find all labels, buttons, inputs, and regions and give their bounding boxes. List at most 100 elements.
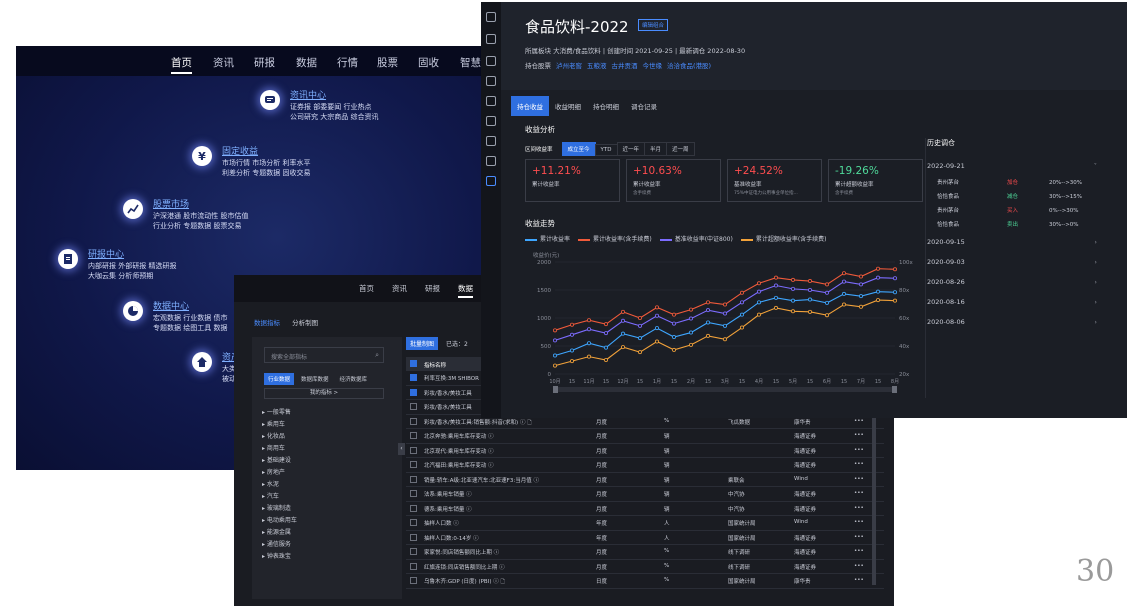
- data-point[interactable]: [654, 326, 659, 331]
- holding-link[interactable]: 洽洽食品(港股): [667, 62, 711, 70]
- tool-nav-research[interactable]: 研报: [425, 283, 440, 294]
- more-icon[interactable]: •••: [854, 548, 864, 554]
- link-icon[interactable]: [486, 56, 496, 66]
- filter-tab-industry[interactable]: 行业数据: [264, 373, 295, 385]
- category-item[interactable]: ▸ 一般零售: [262, 407, 297, 419]
- node-fixed-income[interactable]: ¥ 固定收益 市场行情 市场分析 利率水平 利差分析 专题数据 固收交易: [192, 144, 342, 184]
- node-links[interactable]: 专题数据 绘图工具 数据: [153, 323, 227, 333]
- range-1w[interactable]: 近一周: [666, 142, 695, 156]
- data-point[interactable]: [722, 337, 727, 342]
- data-point[interactable]: [773, 295, 778, 300]
- chevron-icon[interactable]: ˅: [1094, 156, 1097, 176]
- more-icon[interactable]: •••: [854, 505, 864, 511]
- my-indicators-button[interactable]: 我的指标 >: [264, 388, 384, 399]
- filter-tab-database[interactable]: 数据库数据: [297, 373, 333, 385]
- range-ytd[interactable]: YTD: [594, 144, 618, 156]
- category-item[interactable]: ▸ 电动乘用车: [262, 515, 297, 527]
- table-row[interactable]: 家家悦:同店销售额同比上期 ⓘ 月度% 线下调研 海通证券 •••: [406, 545, 884, 560]
- row-checkbox[interactable]: [410, 519, 417, 526]
- category-item[interactable]: ▸ 汽车: [262, 491, 297, 503]
- data-point[interactable]: [688, 330, 693, 335]
- data-point[interactable]: [790, 286, 795, 291]
- data-point[interactable]: [773, 283, 778, 288]
- history-date-row[interactable]: 2020-08-06 ›: [927, 312, 1107, 332]
- category-item[interactable]: ▸ 玻璃制造: [262, 503, 297, 515]
- row-checkbox[interactable]: [410, 374, 417, 381]
- data-point[interactable]: [705, 308, 710, 313]
- data-point[interactable]: [705, 333, 710, 338]
- holding-link[interactable]: 古井贡酒: [612, 62, 638, 70]
- node-stock-market[interactable]: 股票市场 沪深港通 股市流动性 股市估值 行业分析 专题数据 股票交易: [123, 197, 283, 237]
- data-point[interactable]: [875, 298, 880, 303]
- data-point[interactable]: [705, 300, 710, 305]
- data-point[interactable]: [739, 300, 744, 305]
- history-date-row[interactable]: 2020-09-15 ›: [927, 232, 1107, 252]
- data-point[interactable]: [671, 312, 676, 317]
- portal-nav-home[interactable]: 首页: [171, 55, 192, 74]
- portal-nav-research[interactable]: 研报: [254, 55, 275, 70]
- data-point[interactable]: [604, 322, 609, 327]
- data-point[interactable]: [739, 290, 744, 295]
- category-item[interactable]: ▸ 乘用车: [262, 419, 297, 431]
- history-date-row[interactable]: 2020-08-16 ›: [927, 292, 1107, 312]
- table-row[interactable]: 抽样人口数 ⓘ 年度 人 国家统计局 Wind •••: [406, 516, 884, 531]
- data-point[interactable]: [570, 359, 575, 364]
- data-point[interactable]: [824, 290, 829, 295]
- data-point[interactable]: [638, 336, 643, 341]
- data-point[interactable]: [671, 335, 676, 340]
- row-checkbox[interactable]: [410, 475, 417, 483]
- network-icon[interactable]: [486, 156, 496, 166]
- node-links[interactable]: 公司研究 大宗商品 综合资讯: [290, 112, 378, 122]
- data-point[interactable]: [621, 345, 626, 350]
- database-icon[interactable]: [486, 136, 496, 146]
- node-title[interactable]: 资讯中心: [290, 88, 326, 101]
- history-date-row[interactable]: 2020-08-26 ›: [927, 272, 1107, 292]
- data-point[interactable]: [570, 348, 575, 353]
- data-point[interactable]: [587, 327, 592, 332]
- data-point[interactable]: [654, 313, 659, 318]
- trophy-icon[interactable]: [486, 12, 496, 22]
- category-item[interactable]: ▸ 水泥: [262, 479, 297, 491]
- tab-analysis-chart[interactable]: 分析制图: [292, 319, 318, 327]
- data-point[interactable]: [756, 312, 761, 317]
- legend-item[interactable]: 基准收益率(中证800): [659, 236, 733, 243]
- range-1y[interactable]: 近一年: [616, 142, 646, 156]
- node-links[interactable]: 利差分析 专题数据 固收交易: [222, 168, 310, 178]
- data-point[interactable]: [892, 298, 897, 303]
- data-point[interactable]: [841, 271, 846, 276]
- node-links[interactable]: 沪深港通 股市流动性 股市估值: [153, 211, 248, 221]
- filter-tab-economic[interactable]: 经济数据库: [336, 373, 372, 385]
- data-point[interactable]: [841, 279, 846, 284]
- portfolio-icon[interactable]: [486, 176, 496, 186]
- node-links[interactable]: 证券报 部委要闻 行业热点: [290, 102, 371, 112]
- tool-nav-data[interactable]: 数据: [458, 283, 473, 298]
- data-point[interactable]: [756, 289, 761, 294]
- table-row[interactable]: 红旗连锁:同店销售额同比上期 ⓘ 月度% 线下调研 海通证券 •••: [406, 560, 884, 574]
- indicator-search-input[interactable]: 搜索全部指标 ⌕: [264, 347, 384, 363]
- data-point[interactable]: [824, 282, 829, 287]
- category-item[interactable]: ▸ 化妆品: [262, 431, 297, 443]
- data-point[interactable]: [552, 353, 557, 358]
- data-point[interactable]: [604, 331, 609, 336]
- category-item[interactable]: ▸ 能源金属: [262, 527, 297, 539]
- data-point[interactable]: [858, 294, 863, 299]
- tool-nav-news[interactable]: 资讯: [392, 283, 407, 294]
- category-item[interactable]: ▸ 商用车: [262, 443, 297, 455]
- row-checkbox[interactable]: [410, 562, 417, 570]
- data-point[interactable]: [807, 279, 812, 284]
- data-point[interactable]: [654, 305, 659, 310]
- box-icon[interactable]: [486, 76, 496, 86]
- table-row[interactable]: 北京现代:乘用车库存变动 ⓘ 月度 辆 海通证券 •••: [406, 444, 884, 458]
- data-point[interactable]: [552, 338, 557, 343]
- portal-nav-smart[interactable]: 智慧: [460, 55, 481, 70]
- data-point[interactable]: [858, 304, 863, 309]
- chevron-icon[interactable]: ›: [1094, 232, 1097, 252]
- portal-nav-news[interactable]: 资讯: [213, 55, 234, 70]
- data-point[interactable]: [604, 358, 609, 363]
- data-point[interactable]: [587, 341, 592, 346]
- data-point[interactable]: [875, 275, 880, 280]
- row-checkbox[interactable]: [410, 490, 417, 497]
- data-point[interactable]: [875, 266, 880, 271]
- data-point[interactable]: [892, 290, 897, 295]
- data-point[interactable]: [773, 305, 778, 310]
